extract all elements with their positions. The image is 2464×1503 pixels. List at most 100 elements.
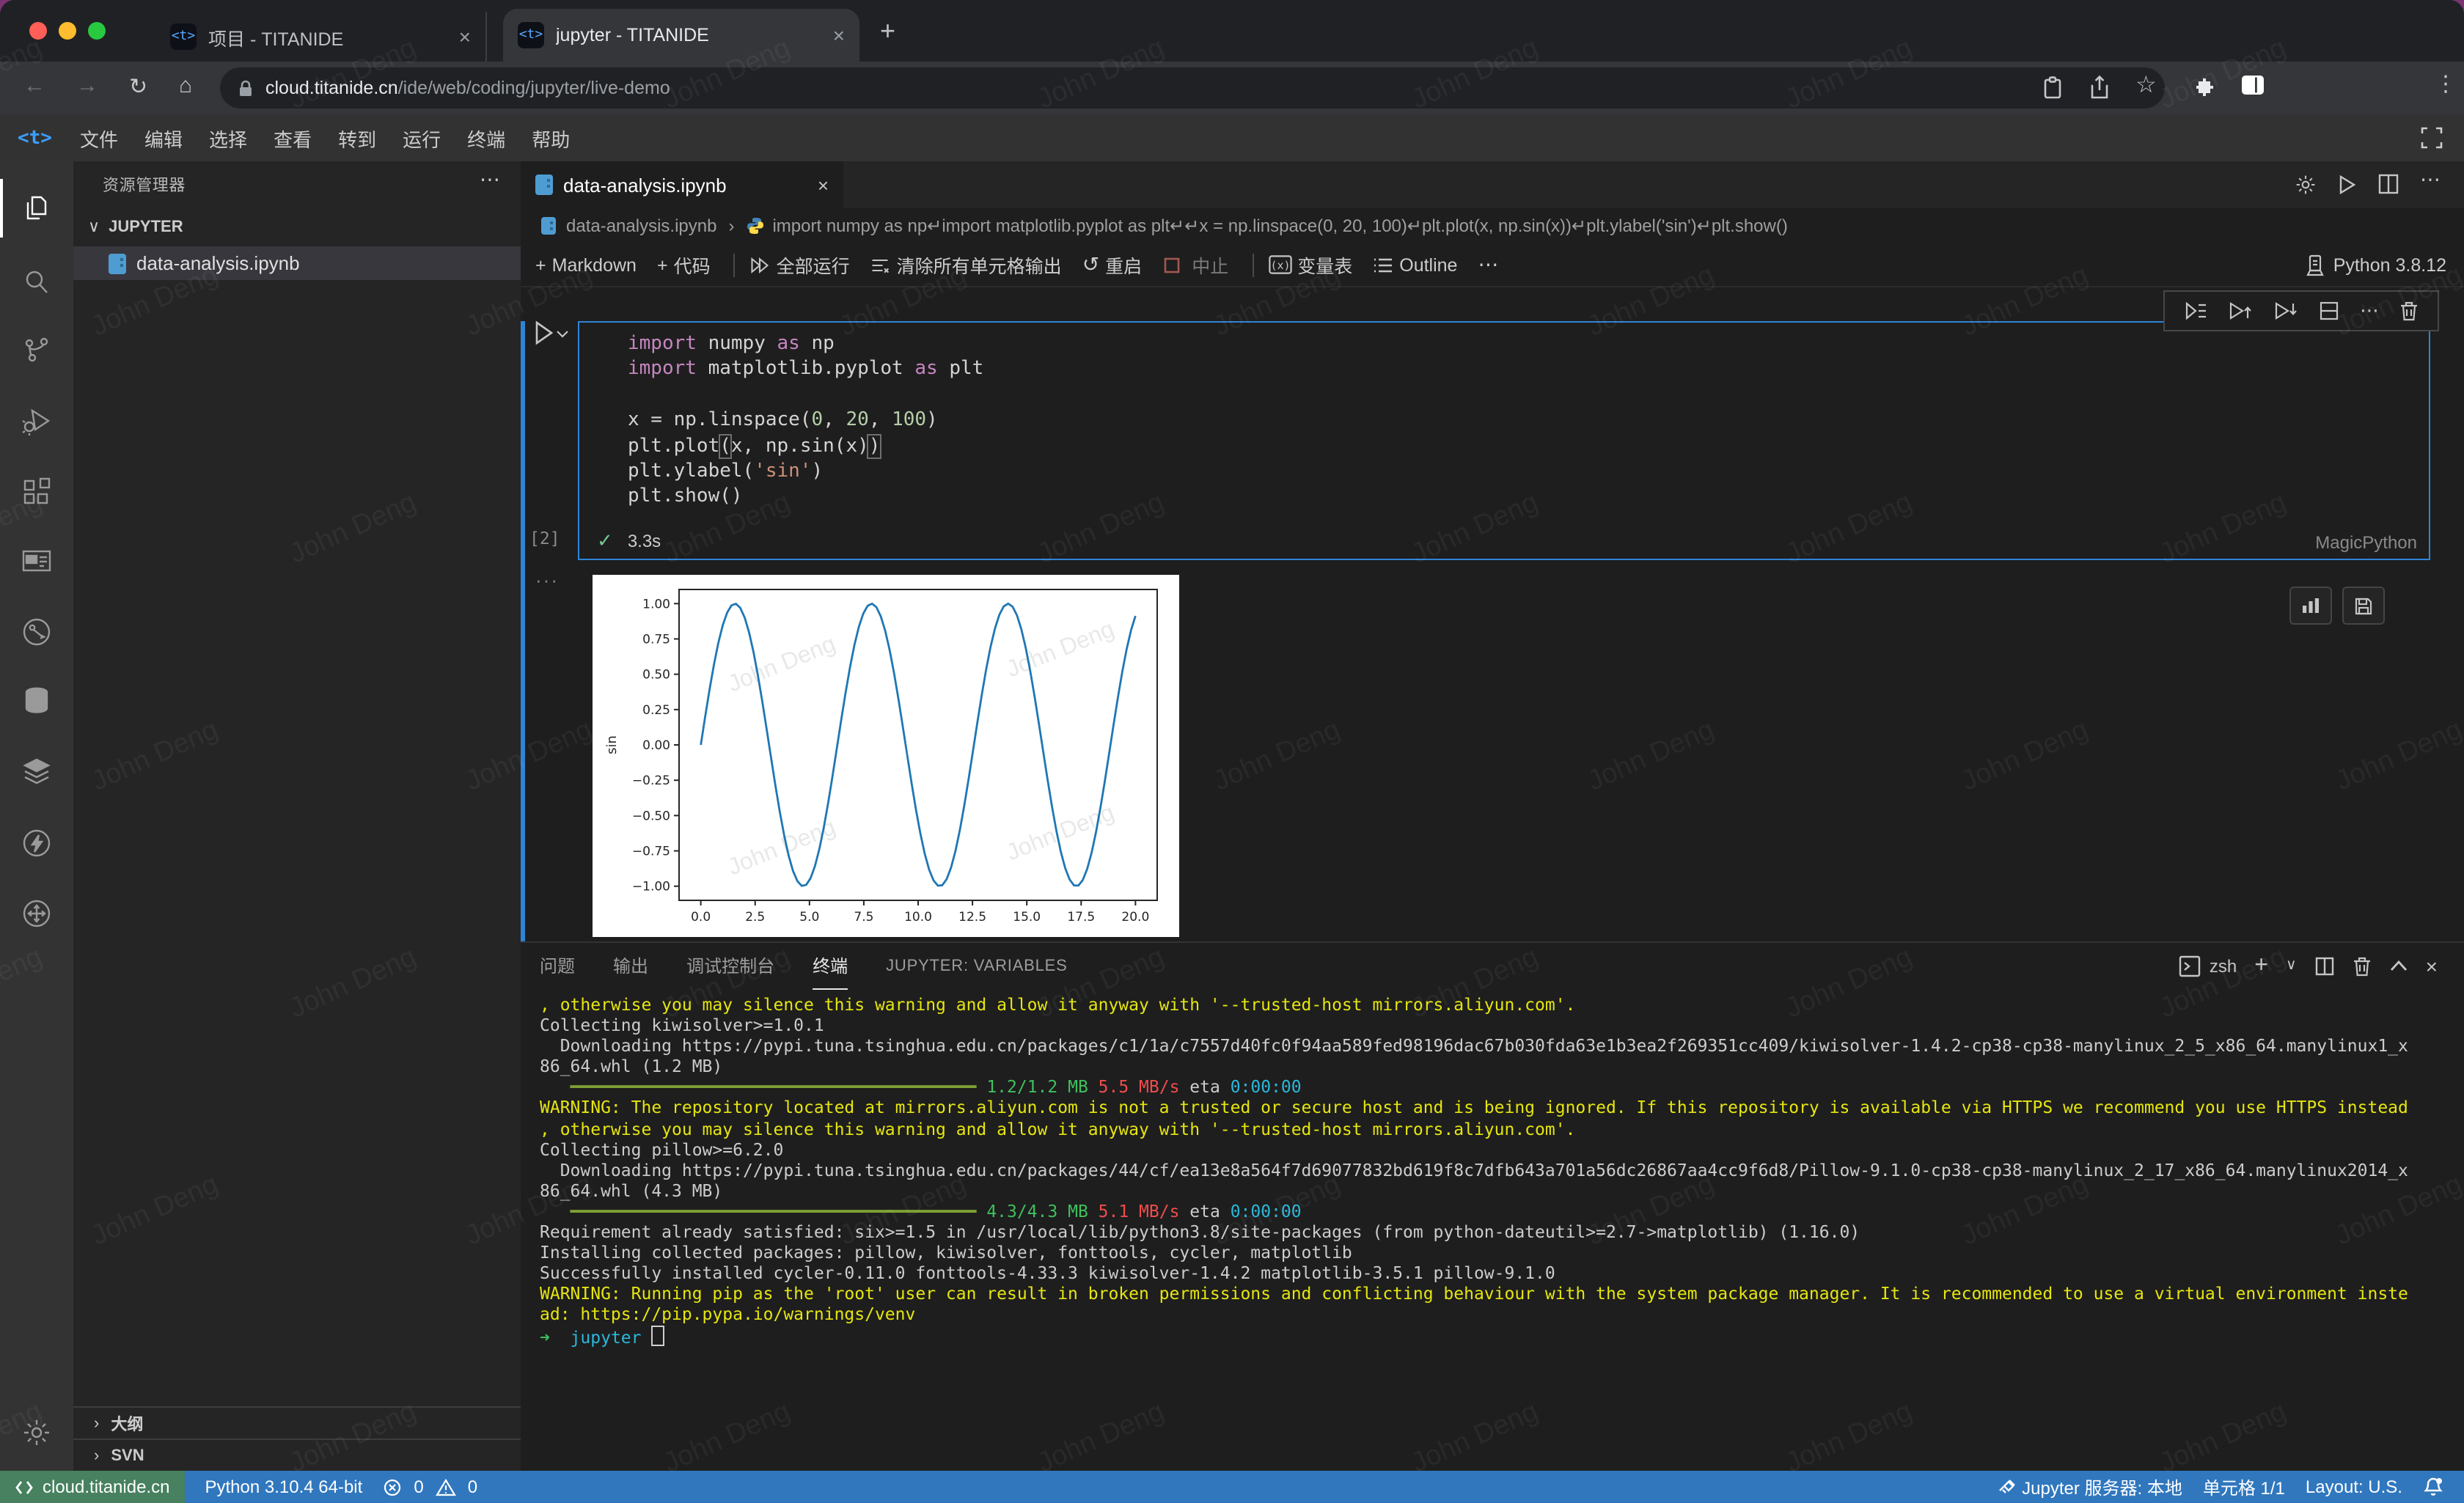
problems-indicator[interactable]: 0 0: [383, 1477, 477, 1497]
cell-code[interactable]: import numpy as npimport matplotlib.pypl…: [628, 331, 983, 510]
execute-above-icon[interactable]: [2184, 301, 2207, 321]
keyboard-layout[interactable]: Layout: U.S.: [2306, 1477, 2402, 1497]
terminal-shell-selector[interactable]: zsh: [2179, 954, 2237, 977]
explorer-icon[interactable]: [21, 192, 53, 224]
kill-terminal-icon[interactable]: [2353, 955, 2372, 976]
settings-gear-icon[interactable]: [21, 1416, 53, 1449]
tab-debug-console[interactable]: 调试控制台: [686, 943, 774, 988]
home-icon[interactable]: ⌂: [179, 73, 192, 98]
breadcrumb-cell-summary[interactable]: import numpy as np↵import matplotlib.pyp…: [772, 216, 1787, 236]
preview-icon[interactable]: [21, 545, 53, 578]
terminal-dropdown-icon[interactable]: ∨: [2286, 958, 2297, 974]
svn-section[interactable]: › SVN: [73, 1438, 521, 1471]
menu-selection[interactable]: 选择: [196, 124, 260, 152]
run-cell-button[interactable]: [532, 320, 571, 346]
explorer-more-icon[interactable]: ⋯: [480, 167, 500, 192]
bookmark-star-icon[interactable]: ☆: [2135, 70, 2157, 100]
tab-close-icon[interactable]: ×: [818, 174, 829, 196]
browser-menu-icon[interactable]: ⋮: [2435, 70, 2457, 97]
extensions-puzzle-icon[interactable]: [2194, 75, 2219, 100]
editor-more-icon[interactable]: ⋯: [2420, 167, 2441, 192]
terminal-output[interactable]: , otherwise you may silence this warning…: [540, 994, 2455, 1347]
browser-tab-jupyter[interactable]: <t> jupyter - TITANIDE ×: [503, 9, 859, 62]
add-markdown-button[interactable]: +Markdown: [535, 254, 637, 275]
layers-icon[interactable]: [21, 755, 53, 787]
maximize-panel-icon[interactable]: [2389, 959, 2408, 972]
python-interpreter[interactable]: Python 3.10.4 64-bit: [205, 1477, 362, 1497]
svn-label: SVN: [111, 1447, 144, 1464]
extensions-icon[interactable]: [21, 477, 53, 509]
breadcrumb[interactable]: data-analysis.ipynb › import numpy as np…: [521, 208, 2464, 243]
outline-button[interactable]: Outline: [1373, 254, 1457, 275]
code-cell[interactable]: import numpy as npimport matplotlib.pypl…: [578, 321, 2430, 560]
menu-run[interactable]: 运行: [389, 124, 454, 152]
output-collapse-icon[interactable]: ···: [535, 569, 559, 591]
remote-indicator[interactable]: cloud.titanide.cn: [0, 1471, 184, 1503]
clear-outputs-button[interactable]: 清除所有单元格输出: [870, 251, 1062, 279]
tab-close-icon[interactable]: ×: [459, 25, 471, 48]
add-code-button[interactable]: +代码: [657, 251, 711, 279]
tab-problems[interactable]: 问题: [540, 943, 575, 988]
notebook-settings-gear-icon[interactable]: [2294, 173, 2317, 196]
router-icon[interactable]: [21, 897, 53, 930]
power-icon[interactable]: [21, 827, 53, 859]
tab-output[interactable]: 输出: [613, 943, 648, 988]
run-debug-icon[interactable]: [21, 405, 53, 437]
tab-terminal[interactable]: 终端: [813, 942, 848, 989]
side-panel-icon[interactable]: [2241, 75, 2265, 95]
editor-tab-notebook[interactable]: data-analysis.ipynb ×: [521, 161, 843, 208]
sidebar-item-notebook[interactable]: data-analysis.ipynb: [73, 246, 521, 280]
split-terminal-icon[interactable]: [2314, 955, 2335, 976]
close-panel-icon[interactable]: ×: [2426, 954, 2438, 977]
split-editor-icon[interactable]: [2377, 173, 2399, 195]
traffic-light-minimize[interactable]: [59, 22, 76, 40]
outline-section[interactable]: › 大纲: [73, 1406, 521, 1438]
tab-jupyter-variables[interactable]: JUPYTER: VARIABLES: [886, 947, 1068, 985]
traffic-light-zoom[interactable]: [88, 22, 106, 40]
jupyter-server-indicator[interactable]: Jupyter 服务器: 本地: [1997, 1474, 2182, 1499]
interrupt-button: 中止: [1162, 251, 1228, 279]
search-icon[interactable]: [21, 265, 53, 298]
fullscreen-icon[interactable]: [2420, 126, 2443, 150]
menu-goto[interactable]: 转到: [325, 124, 389, 152]
run-all-button[interactable]: 全部运行: [750, 251, 850, 279]
open-plot-viewer-button[interactable]: [2289, 587, 2332, 625]
reload-icon[interactable]: ↻: [129, 73, 147, 100]
breadcrumb-file[interactable]: data-analysis.ipynb: [566, 216, 716, 236]
cell-indicator[interactable]: 单元格 1/1: [2203, 1474, 2285, 1499]
run-editor-icon[interactable]: [2335, 173, 2358, 196]
titanide-favicon: <t>: [170, 23, 197, 50]
terminal-line: , otherwise you may silence this warning…: [540, 994, 2455, 1015]
restart-icon: ↺: [1082, 252, 1099, 277]
menu-file[interactable]: 文件: [67, 124, 131, 152]
cell-more-icon[interactable]: ⋯: [2360, 299, 2379, 323]
save-page-icon[interactable]: [2042, 75, 2064, 100]
menu-terminal[interactable]: 终端: [454, 124, 518, 152]
forward-icon[interactable]: →: [76, 73, 98, 98]
delete-cell-icon[interactable]: [2399, 301, 2419, 321]
kernel-picker[interactable]: Python 3.8.12: [2304, 243, 2446, 287]
svn-circle-icon[interactable]: [21, 616, 53, 648]
new-terminal-icon[interactable]: +: [2254, 952, 2268, 979]
address-bar[interactable]: cloud.titanide.cn/ide/web/coding/jupyter…: [220, 67, 2165, 109]
restart-kernel-button[interactable]: ↺重启: [1082, 251, 1143, 279]
run-below-icon[interactable]: [2273, 301, 2298, 321]
share-icon[interactable]: [2089, 75, 2111, 100]
menu-view[interactable]: 查看: [260, 124, 325, 152]
split-cell-icon[interactable]: [2319, 301, 2339, 321]
workspace-section[interactable]: ∨ JUPYTER: [79, 217, 183, 236]
save-plot-button[interactable]: [2342, 587, 2385, 625]
browser-tab-project[interactable]: <t> 项目 - TITANIDE ×: [155, 12, 487, 62]
new-tab-button[interactable]: +: [880, 16, 895, 47]
source-control-icon[interactable]: [21, 334, 53, 367]
notifications-bell-icon[interactable]: [2423, 1477, 2449, 1497]
tab-close-icon[interactable]: ×: [833, 23, 845, 47]
back-icon[interactable]: ←: [23, 73, 45, 98]
menu-edit[interactable]: 编辑: [131, 124, 196, 152]
traffic-light-close[interactable]: [29, 22, 47, 40]
menu-help[interactable]: 帮助: [518, 124, 583, 152]
database-icon[interactable]: [21, 685, 53, 717]
toolbar-more-icon[interactable]: ⋯: [1478, 252, 1498, 277]
run-above-icon[interactable]: [2228, 301, 2253, 321]
variables-button[interactable]: (x)变量表: [1268, 251, 1352, 279]
